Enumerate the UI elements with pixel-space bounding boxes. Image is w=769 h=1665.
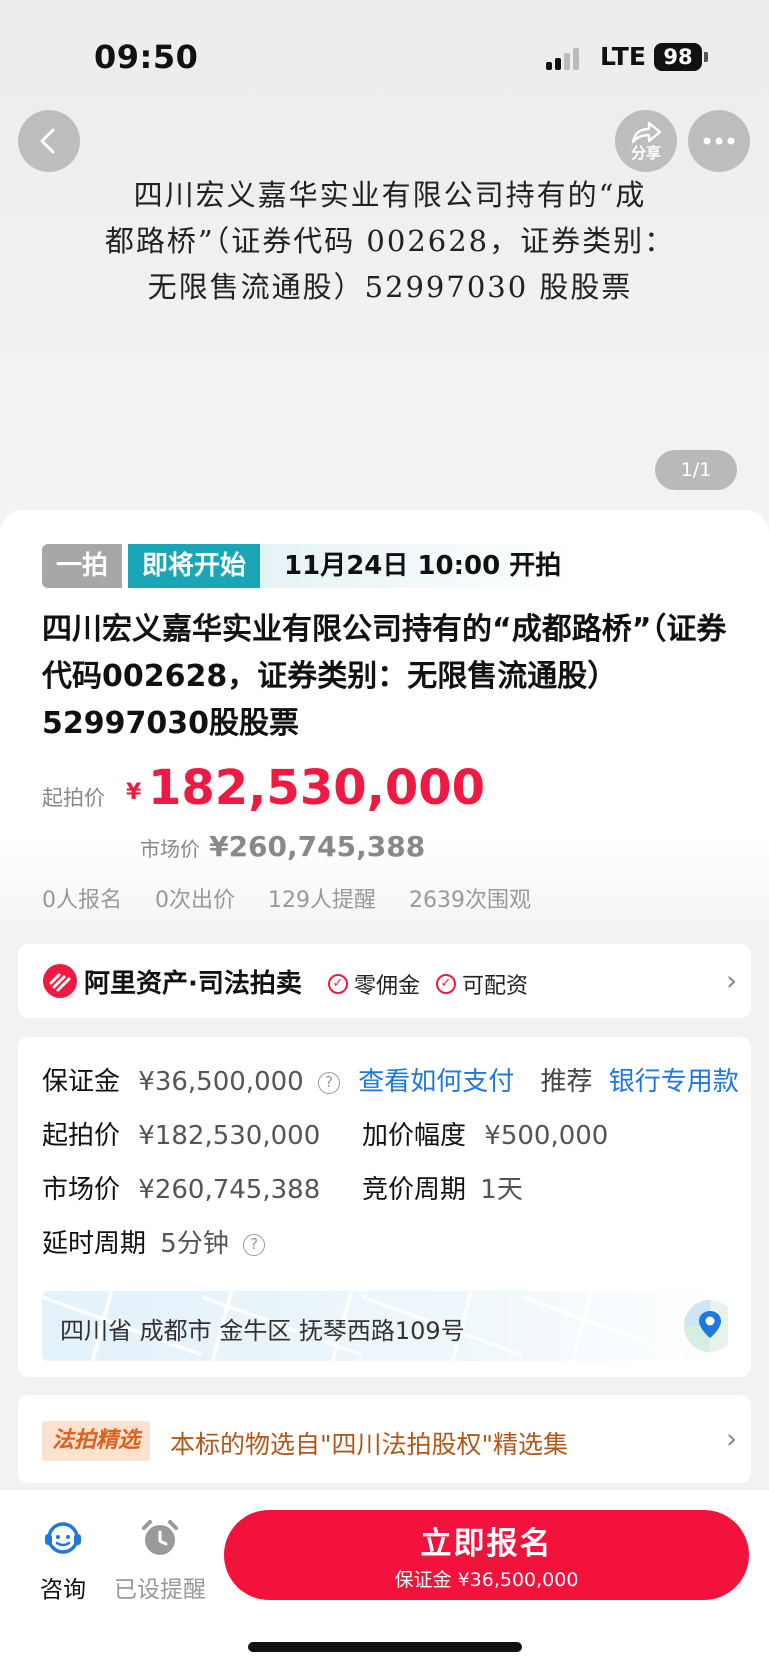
address-bar[interactable]: 四川省 成都市 金牛区 抚琴西路109号 bbox=[42, 1291, 728, 1361]
status-bar: 09:50 LTE 98 bbox=[0, 0, 769, 110]
bidding-cycle-value: 1天 bbox=[480, 1175, 523, 1205]
round-tag: 一拍 bbox=[42, 544, 123, 588]
auction-info-card: 一拍 即将开始 11月24日 10:00 开拍 四川宏义嘉华实业有限公司持有的“… bbox=[0, 510, 769, 920]
map-location-icon[interactable] bbox=[682, 1298, 728, 1354]
hero-image-area[interactable]: 09:50 LTE 98 分享 四川宏义嘉华实业有限公司持有的“成 都路桥”（证… bbox=[0, 0, 769, 530]
deposit-value: ¥36,500,000 bbox=[138, 1067, 304, 1097]
status-tag: 即将开始 bbox=[128, 544, 261, 588]
increment-row: 加价幅度 ¥500,000 bbox=[362, 1115, 608, 1152]
bidding-cycle-label: 竞价周期 bbox=[362, 1175, 467, 1205]
more-dots-icon bbox=[703, 137, 735, 145]
deposit-row: 保证金 ¥36,500,000 ? 查看如何支付 推荐 银行专用款 bbox=[42, 1061, 739, 1098]
network-type: LTE bbox=[600, 42, 646, 71]
market-price-row: 市场价 ¥260,745,388 bbox=[140, 830, 425, 863]
address-text: 四川省 成都市 金牛区 抚琴西路109号 bbox=[60, 1317, 465, 1345]
reminder-button[interactable]: 已设提醒 bbox=[110, 1516, 210, 1604]
delay-cycle-value: 5分钟 bbox=[160, 1229, 229, 1259]
market-price-label: 市场价 bbox=[140, 837, 200, 861]
deposit-label: 保证金 bbox=[42, 1067, 121, 1097]
delay-cycle-label: 延时周期 bbox=[42, 1229, 147, 1259]
check-circle-icon: ✓ bbox=[436, 974, 456, 994]
more-button[interactable] bbox=[688, 110, 750, 172]
auction-page: 09:50 LTE 98 分享 四川宏义嘉华实业有限公司持有的“成 都路桥”（证… bbox=[0, 0, 769, 1665]
chevron-right-icon: › bbox=[726, 964, 738, 997]
recommend-bank-link[interactable]: 银行专用款 bbox=[609, 1067, 739, 1097]
register-now-button[interactable]: 立即报名 保证金 ¥36,500,000 bbox=[224, 1510, 749, 1600]
doc-line-2: 都路桥”（证券代码 002628，证券类别： bbox=[104, 224, 676, 258]
currency-symbol: ¥ bbox=[126, 780, 142, 805]
detail-start-price-value: ¥182,530,000 bbox=[138, 1121, 321, 1151]
auction-title: 四川宏义嘉华实业有限公司持有的“成都路桥”（证券代码002628，证券类别：无限… bbox=[42, 612, 727, 741]
auction-tag-row: 一拍 即将开始 11月24日 10:00 开拍 bbox=[42, 544, 580, 588]
check-circle-icon: ✓ bbox=[328, 974, 348, 994]
start-time: 11月24日 10:00 开拍 bbox=[260, 544, 580, 588]
back-button[interactable] bbox=[18, 110, 80, 172]
alarm-clock-icon bbox=[142, 1520, 178, 1555]
brand-strip[interactable]: 阿里资产·司法拍卖 ✓ 零佣金 ✓ 可配资 › bbox=[18, 944, 751, 1018]
market-price-detail-row: 市场价 ¥260,745,388 bbox=[42, 1169, 320, 1206]
zero-commission-badge: ✓ 零佣金 bbox=[328, 968, 420, 1000]
how-to-pay-link[interactable]: 查看如何支付 bbox=[358, 1067, 514, 1097]
featured-text: 本标的物选自"四川法拍股权"精选集 bbox=[170, 1430, 568, 1459]
home-indicator[interactable] bbox=[248, 1642, 522, 1652]
financing-label: 可配资 bbox=[462, 974, 529, 999]
signal-icon bbox=[546, 46, 586, 70]
zero-commission-label: 零佣金 bbox=[354, 974, 421, 999]
consult-button[interactable]: 咨询 bbox=[36, 1516, 90, 1604]
register-deposit-label: 保证金 ¥36,500,000 bbox=[394, 1569, 579, 1591]
detail-market-price-value: ¥260,745,388 bbox=[138, 1175, 321, 1205]
stat-views: 2639次围观 bbox=[409, 888, 531, 913]
status-time: 09:50 bbox=[94, 38, 199, 76]
auction-stats: 0人报名 0次出价 129人提醒 2639次围观 bbox=[42, 882, 557, 914]
detail-start-price-label: 起拍价 bbox=[42, 1121, 121, 1151]
brand-name: 阿里资产·司法拍卖 bbox=[84, 969, 302, 999]
start-price-detail-row: 起拍价 ¥182,530,000 bbox=[42, 1115, 320, 1152]
increment-label: 加价幅度 bbox=[362, 1121, 467, 1151]
share-button[interactable]: 分享 bbox=[615, 110, 677, 172]
doc-line-1: 四川宏义嘉华实业有限公司持有的“成 bbox=[133, 178, 647, 212]
increment-value: ¥500,000 bbox=[484, 1121, 609, 1151]
featured-badge: 法拍精选 bbox=[42, 1421, 151, 1461]
financing-badge: ✓ 可配资 bbox=[436, 968, 528, 1000]
battery-level: 98 bbox=[654, 43, 702, 71]
chevron-right-icon: › bbox=[726, 1422, 738, 1455]
market-price-value: ¥260,745,388 bbox=[209, 830, 426, 863]
detail-market-price-label: 市场价 bbox=[42, 1175, 121, 1205]
chevron-left-icon bbox=[40, 128, 55, 154]
image-page-indicator: 1/1 bbox=[655, 450, 737, 490]
share-label: 分享 bbox=[630, 143, 661, 162]
stat-reminders: 129人提醒 bbox=[268, 888, 376, 913]
consult-label: 咨询 bbox=[40, 1577, 86, 1603]
doc-line-3: 无限售流通股）52997030 股股票 bbox=[147, 270, 633, 304]
stat-signups: 0人报名 bbox=[42, 888, 122, 913]
document-image-text: 四川宏义嘉华实业有限公司持有的“成 都路桥”（证券代码 002628，证券类别：… bbox=[80, 172, 700, 310]
recommend-label: 推荐 bbox=[540, 1067, 593, 1097]
reminder-label: 已设提醒 bbox=[114, 1577, 206, 1603]
help-icon[interactable]: ? bbox=[317, 1072, 340, 1094]
delay-cycle-row: 延时周期 5分钟 ? bbox=[42, 1223, 266, 1260]
start-price-value: 182,530,000 bbox=[148, 760, 486, 816]
stat-bids: 0次出价 bbox=[155, 888, 235, 913]
start-price-label: 起拍价 bbox=[42, 786, 105, 810]
featured-collection-strip[interactable]: 法拍精选 本标的物选自"四川法拍股权"精选集 › bbox=[18, 1395, 751, 1483]
battery-cap bbox=[704, 52, 708, 62]
customer-service-icon bbox=[45, 1522, 81, 1554]
ali-assets-logo-icon bbox=[43, 964, 77, 998]
auction-details-card: 保证金 ¥36,500,000 ? 查看如何支付 推荐 银行专用款 起拍价 ¥1… bbox=[18, 1037, 751, 1377]
bidding-cycle-row: 竞价周期 1天 bbox=[362, 1169, 523, 1206]
register-now-label: 立即报名 bbox=[420, 1526, 553, 1562]
bottom-action-bar: 咨询 已设提醒 立即报名 保证金 ¥36,500,000 bbox=[0, 1490, 769, 1665]
help-icon[interactable]: ? bbox=[243, 1234, 266, 1256]
